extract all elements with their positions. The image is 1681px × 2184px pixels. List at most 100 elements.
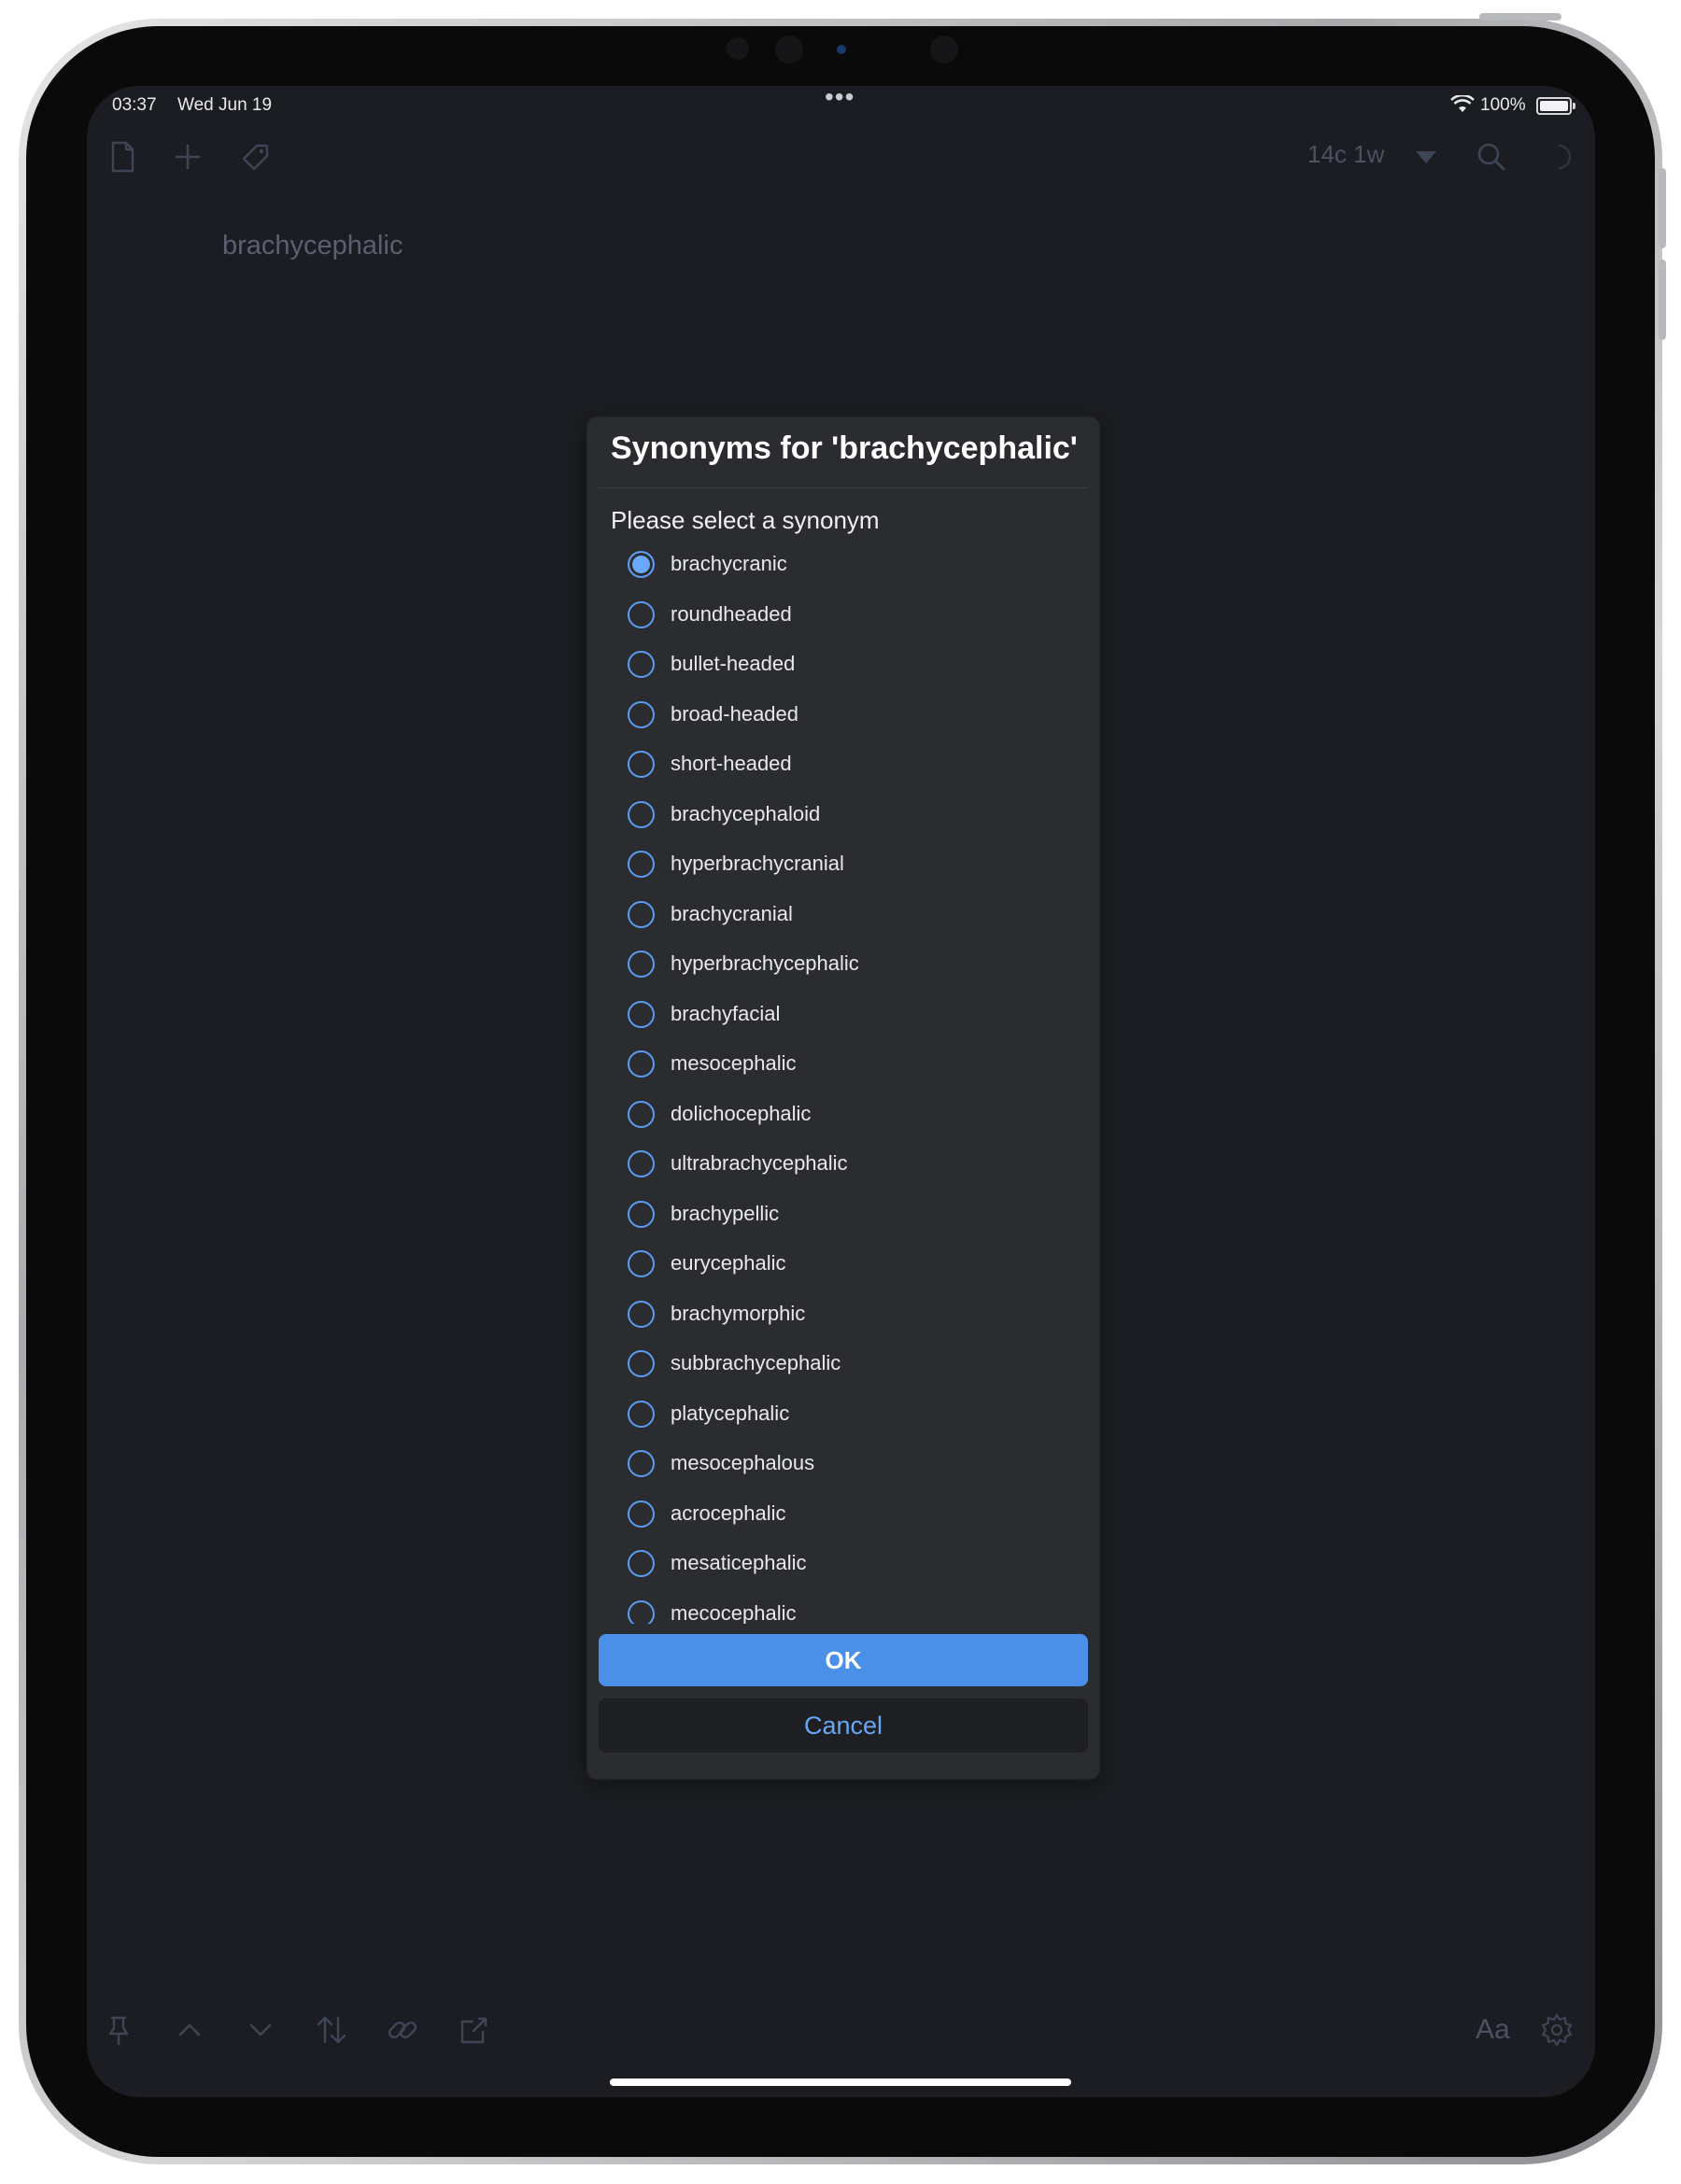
radio-button[interactable] bbox=[628, 1200, 655, 1228]
status-date: Wed Jun 19 bbox=[177, 95, 273, 115]
synonym-option[interactable]: dolichocephalic bbox=[625, 1092, 1073, 1140]
sort-icon[interactable] bbox=[313, 2011, 350, 2049]
battery-percent: 100% bbox=[1480, 95, 1526, 115]
radio-button[interactable] bbox=[628, 700, 655, 728]
radio-button[interactable] bbox=[628, 800, 655, 828]
synonyms-dialog: Synonyms for 'brachycephalic' Please sel… bbox=[587, 417, 1099, 1779]
char-word-count[interactable]: 14c 1w bbox=[1307, 140, 1384, 169]
search-icon[interactable] bbox=[1473, 138, 1510, 176]
radio-button[interactable] bbox=[628, 951, 655, 978]
synonym-label: ultrabrachycephalic bbox=[671, 1151, 848, 1175]
synonym-label: short-headed bbox=[671, 752, 792, 775]
synonym-option[interactable]: hyperbrachycranial bbox=[625, 841, 1073, 890]
synonym-option[interactable]: brachycranial bbox=[625, 892, 1073, 940]
document-text[interactable]: brachycephalic bbox=[222, 231, 403, 261]
synonym-label: platycephalic bbox=[671, 1401, 790, 1425]
synonym-option[interactable]: brachycephaloid bbox=[625, 792, 1073, 840]
synonym-label: brachycranial bbox=[671, 901, 793, 925]
synonym-label: roundheaded bbox=[671, 601, 792, 626]
radio-button[interactable] bbox=[628, 1250, 655, 1277]
camera-flood bbox=[930, 35, 958, 63]
radio-button[interactable] bbox=[628, 1300, 655, 1328]
synonym-label: subbrachycephalic bbox=[671, 1351, 841, 1374]
link-icon[interactable] bbox=[384, 2011, 421, 2049]
synonym-label: mesocephalous bbox=[671, 1451, 815, 1474]
top-button bbox=[1479, 13, 1561, 21]
radio-button[interactable] bbox=[628, 751, 655, 778]
synonym-label: brachycranic bbox=[671, 552, 787, 575]
cancel-button[interactable]: Cancel bbox=[599, 1698, 1088, 1753]
share-icon[interactable] bbox=[455, 2011, 492, 2049]
radio-button[interactable] bbox=[628, 600, 655, 628]
synonym-option[interactable]: broad-headed bbox=[625, 692, 1073, 740]
radio-button[interactable] bbox=[628, 1100, 655, 1128]
synonym-label: brachycephaloid bbox=[671, 801, 821, 825]
synonym-option[interactable]: mesocephalous bbox=[625, 1441, 1073, 1489]
radio-button[interactable] bbox=[628, 1450, 655, 1477]
synonym-list[interactable]: brachycranic roundheaded bullet-headed broa… bbox=[587, 537, 1099, 1624]
radio-button[interactable] bbox=[628, 1550, 655, 1577]
radio-button[interactable] bbox=[628, 1500, 655, 1528]
synonym-option[interactable]: platycephalic bbox=[625, 1391, 1073, 1440]
divider bbox=[599, 487, 1088, 488]
synonym-option[interactable]: short-headed bbox=[625, 741, 1073, 790]
synonym-label: eurycephalic bbox=[671, 1251, 786, 1275]
synonym-option[interactable]: brachymorphic bbox=[625, 1291, 1073, 1340]
ok-button[interactable]: OK bbox=[599, 1634, 1088, 1686]
synonym-option[interactable]: mesocephalic bbox=[625, 1041, 1073, 1090]
synonym-option[interactable]: ultrabrachycephalic bbox=[625, 1141, 1073, 1190]
radio-button[interactable] bbox=[628, 1400, 655, 1428]
synonym-option[interactable]: bullet-headed bbox=[625, 641, 1073, 690]
synonym-label: acrocephalic bbox=[671, 1501, 786, 1525]
radio-button[interactable] bbox=[628, 651, 655, 678]
radio-button[interactable] bbox=[628, 1050, 655, 1078]
synonym-label: brachypellic bbox=[671, 1201, 780, 1225]
synonym-option[interactable]: brachyfacial bbox=[625, 992, 1073, 1040]
multitasking-dots[interactable]: ••• bbox=[825, 86, 855, 112]
camera-sensor bbox=[837, 45, 846, 54]
document-icon[interactable] bbox=[104, 138, 141, 176]
synonym-label: hyperbrachycephalic bbox=[671, 951, 859, 975]
radio-button[interactable] bbox=[628, 1150, 655, 1177]
synonym-label: bullet-headed bbox=[671, 652, 796, 675]
plus-icon[interactable] bbox=[169, 138, 206, 176]
camera-lens bbox=[775, 35, 803, 63]
synonym-label: hyperbrachycranial bbox=[671, 852, 844, 875]
volume-up-button bbox=[1659, 168, 1666, 248]
volume-down-button bbox=[1659, 260, 1666, 340]
chevron-down-icon[interactable] bbox=[242, 2011, 279, 2049]
synonym-option[interactable]: eurycephalic bbox=[625, 1241, 1073, 1289]
synonym-label: brachymorphic bbox=[671, 1301, 806, 1325]
radio-button[interactable] bbox=[628, 1000, 655, 1028]
synonym-option[interactable]: roundheaded bbox=[625, 592, 1073, 641]
chevron-up-icon[interactable] bbox=[171, 2011, 208, 2049]
dialog-prompt: Please select a synonym bbox=[611, 506, 880, 534]
sync-icon[interactable] bbox=[1540, 138, 1577, 176]
synonym-label: mesocephalic bbox=[671, 1051, 797, 1075]
synonym-label: mecocephalic bbox=[671, 1600, 797, 1625]
font-settings-button[interactable]: Aa bbox=[1476, 2014, 1510, 2046]
status-time: 03:37 bbox=[112, 95, 157, 115]
synonym-label: mesaticephalic bbox=[671, 1551, 807, 1574]
home-indicator[interactable] bbox=[610, 2078, 1071, 2086]
synonym-option[interactable]: brachypellic bbox=[625, 1191, 1073, 1240]
radio-button[interactable] bbox=[628, 851, 655, 878]
synonym-option[interactable]: acrocephalic bbox=[625, 1491, 1073, 1540]
gear-icon[interactable] bbox=[1538, 2011, 1575, 2049]
dialog-title: Synonyms for 'brachycephalic' bbox=[611, 430, 1078, 466]
synonym-option[interactable]: subbrachycephalic bbox=[625, 1341, 1073, 1389]
screen: 03:37 Wed Jun 19 ••• 100% 14c 1w brachyc… bbox=[87, 86, 1595, 2097]
camera-dot bbox=[727, 37, 749, 60]
radio-button[interactable] bbox=[628, 551, 655, 578]
radio-button[interactable] bbox=[628, 1350, 655, 1377]
triangle-down-icon[interactable] bbox=[1407, 138, 1445, 176]
radio-button[interactable] bbox=[628, 900, 655, 928]
pin-icon[interactable] bbox=[100, 2011, 137, 2049]
synonym-option[interactable]: mecocephalic bbox=[625, 1591, 1073, 1625]
radio-button[interactable] bbox=[628, 1599, 655, 1624]
tag-icon[interactable] bbox=[236, 138, 274, 176]
synonym-option[interactable]: mesaticephalic bbox=[625, 1541, 1073, 1589]
synonym-option[interactable]: brachycranic bbox=[625, 542, 1073, 590]
synonym-label: broad-headed bbox=[671, 701, 799, 726]
synonym-option[interactable]: hyperbrachycephalic bbox=[625, 941, 1073, 990]
